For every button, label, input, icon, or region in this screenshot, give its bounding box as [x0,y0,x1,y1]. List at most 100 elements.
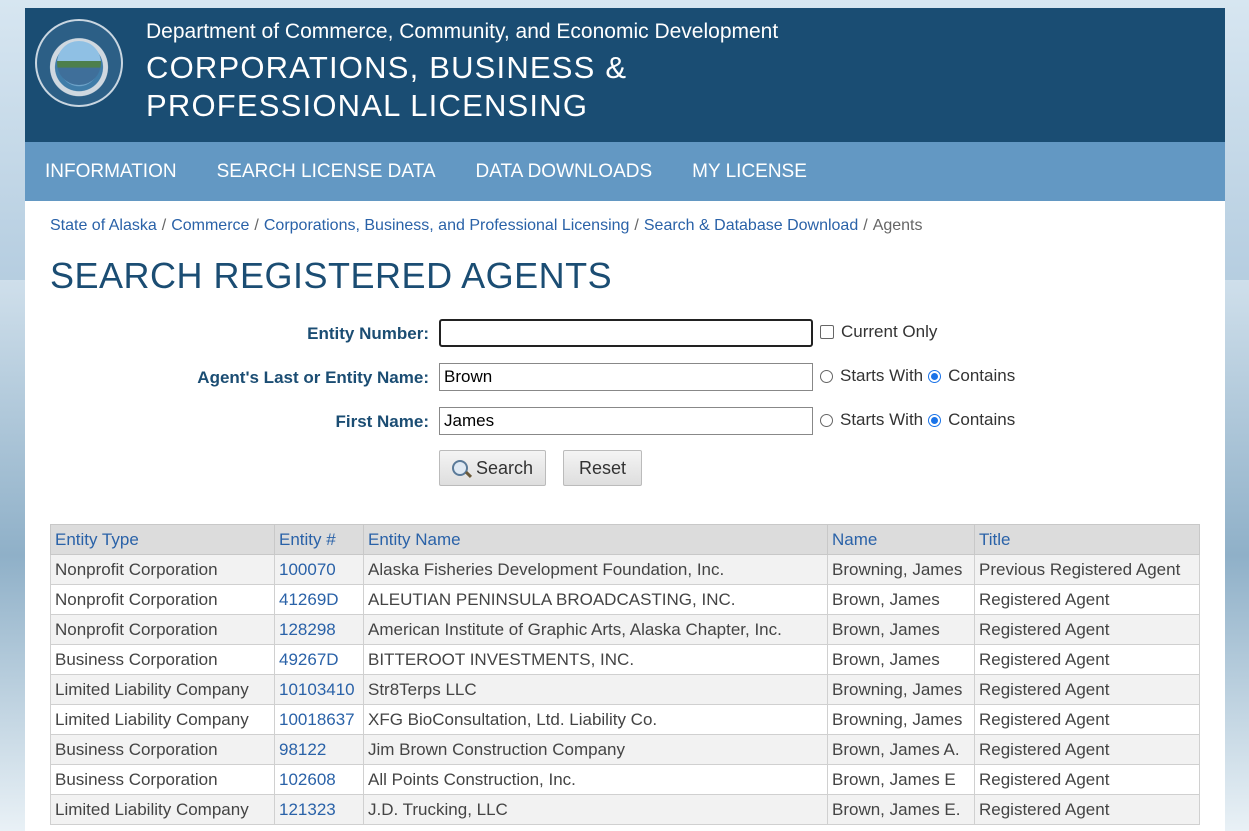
breadcrumb-current: Agents [872,217,923,234]
nav-my-license[interactable]: MY LICENSE [672,161,827,183]
cell-title: Registered Agent [974,614,1200,645]
site-header: Department of Commerce, Community, and E… [25,8,1225,142]
entity-number-link[interactable]: 10103410 [279,680,355,699]
cell-entity-number: 121323 [274,794,364,825]
nav-data-downloads[interactable]: DATA DOWNLOADS [456,161,673,183]
first-name-input[interactable] [439,407,813,435]
cell-entity-number: 100070 [274,554,364,585]
last-name-row: Agent's Last or Entity Name: Starts With… [25,363,1225,393]
cell-entity-name: All Points Construction, Inc. [363,764,828,795]
cell-entity-number: 10018637 [274,704,364,735]
division-title[interactable]: CORPORATIONS, BUSINESS & PROFESSIONAL LI… [146,49,866,125]
last-name-input[interactable] [439,363,813,391]
cell-entity-number: 10103410 [274,674,364,705]
cell-name: Brown, James E. [827,794,975,825]
state-seal-logo[interactable] [35,19,123,107]
results-table: Entity Type Entity # Entity Name Name Ti… [50,524,1200,825]
breadcrumb: State of Alaska / Commerce / Corporations, B… [50,217,923,234]
col-title[interactable]: Title [974,524,1200,555]
last-name-match-options: Starts With Contains [820,366,1015,386]
breadcrumb-search-download[interactable]: Search & Database Download [644,217,858,234]
entity-number-input[interactable] [439,319,813,347]
first-contains-radio[interactable] [928,413,942,427]
entity-number-link[interactable]: 100070 [279,560,336,579]
col-name[interactable]: Name [827,524,975,555]
cell-name: Brown, James A. [827,734,975,765]
cell-title: Registered Agent [974,674,1200,705]
cell-title: Registered Agent [974,584,1200,615]
entity-number-link[interactable]: 49267D [279,650,339,669]
cell-entity-name: J.D. Trucking, LLC [363,794,828,825]
nav-search-license-data[interactable]: SEARCH LICENSE DATA [197,161,456,183]
department-name: Department of Commerce, Community, and E… [146,20,779,43]
last-contains-radio[interactable] [928,369,942,383]
cell-entity-type: Limited Liability Company [50,674,275,705]
table-row: Nonprofit Corporation 41269D ALEUTIAN PENI… [50,584,1200,615]
entity-number-link[interactable]: 98122 [279,740,326,759]
table-row: Business Corporation 102608 All Points Con… [50,764,1200,795]
page-container: Department of Commerce, Community, and E… [25,8,1225,831]
cell-name: Browning, James [827,704,975,735]
breadcrumb-cbpl[interactable]: Corporations, Business, and Professional… [264,217,630,234]
search-button[interactable]: Search [439,450,546,486]
first-starts-with-label: Starts With [840,410,924,429]
col-entity-number[interactable]: Entity # [274,524,364,555]
table-row: Nonprofit Corporation 128298 American Inst… [50,614,1200,645]
cell-name: Browning, James [827,674,975,705]
cell-entity-name: Alaska Fisheries Development Foundation,… [363,554,828,585]
search-icon [451,460,468,476]
cell-name: Brown, James [827,614,975,645]
entity-number-link[interactable]: 41269D [279,590,339,609]
current-only-checkbox[interactable] [820,325,834,339]
cell-title: Registered Agent [974,794,1200,825]
cell-entity-type: Business Corporation [50,764,275,795]
current-only-option[interactable]: Current Only [820,322,937,342]
reset-button[interactable]: Reset [563,450,642,486]
breadcrumb-state-of-alaska[interactable]: State of Alaska [50,217,157,234]
cell-entity-type: Limited Liability Company [50,704,275,735]
cell-name: Browning, James [827,554,975,585]
cell-title: Registered Agent [974,644,1200,675]
nav-information[interactable]: INFORMATION [25,161,197,183]
first-name-label: First Name: [335,412,429,431]
cell-entity-number: 98122 [274,734,364,765]
cell-name: Brown, James [827,584,975,615]
entity-number-link[interactable]: 102608 [279,770,336,789]
cell-title: Registered Agent [974,764,1200,795]
table-row: Nonprofit Corporation 100070 Alaska Fisher… [50,554,1200,585]
first-starts-with-radio[interactable] [820,413,833,427]
cell-title: Registered Agent [974,704,1200,735]
table-header-row: Entity Type Entity # Entity Name Name Ti… [50,524,1200,555]
table-row: Limited Liability Company 10103410 Str8Ter… [50,674,1200,705]
last-starts-with-label: Starts With [840,366,924,385]
cell-entity-type: Nonprofit Corporation [50,614,275,645]
last-starts-with-radio[interactable] [820,369,833,383]
breadcrumb-commerce[interactable]: Commerce [171,217,249,234]
entity-number-link[interactable]: 121323 [279,800,336,819]
current-only-label: Current Only [841,322,938,341]
cell-entity-type: Limited Liability Company [50,794,275,825]
first-name-row: First Name: Starts With Contains [25,407,1225,437]
table-row: Business Corporation 98122 Jim Brown Const… [50,734,1200,765]
cell-entity-name: American Institute of Graphic Arts, Alas… [363,614,828,645]
cell-entity-number: 128298 [274,614,364,645]
entity-number-link[interactable]: 128298 [279,620,336,639]
cell-entity-number: 41269D [274,584,364,615]
cell-name: Brown, James E [827,764,975,795]
cell-entity-type: Nonprofit Corporation [50,584,275,615]
table-row: Limited Liability Company 121323 J.D. Truc… [50,794,1200,825]
col-entity-type[interactable]: Entity Type [50,524,275,555]
last-name-label: Agent's Last or Entity Name: [197,368,429,387]
table-row: Limited Liability Company 10018637 XFG Bio… [50,704,1200,735]
first-name-match-options: Starts With Contains [820,410,1015,430]
cell-entity-name: ALEUTIAN PENINSULA BROADCASTING, INC. [363,584,828,615]
page-title: SEARCH REGISTERED AGENTS [50,255,613,296]
cell-title: Registered Agent [974,734,1200,765]
cell-entity-number: 49267D [274,644,364,675]
entity-number-link[interactable]: 10018637 [279,710,355,729]
first-contains-label: Contains [948,410,1016,429]
cell-entity-name: Jim Brown Construction Company [363,734,828,765]
seal-emblem [57,41,101,85]
col-entity-name[interactable]: Entity Name [363,524,828,555]
cell-entity-type: Nonprofit Corporation [50,554,275,585]
